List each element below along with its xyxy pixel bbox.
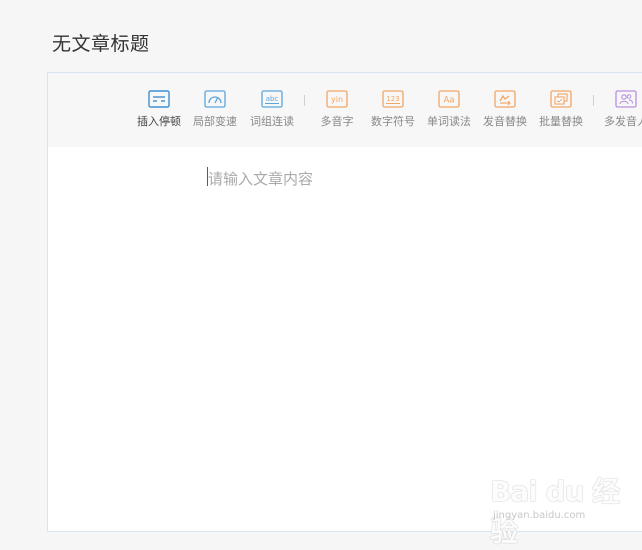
pause-insert-icon bbox=[148, 90, 170, 108]
speedometer-icon bbox=[204, 90, 226, 108]
content-placeholder: 请输入文章内容 bbox=[208, 170, 314, 188]
tool-batch-replace[interactable]: 批量替换 bbox=[533, 90, 589, 129]
tool-label: 多发音人 bbox=[604, 115, 642, 128]
svg-text:Aa: Aa bbox=[443, 96, 454, 106]
tool-label: 词组连读 bbox=[250, 115, 294, 128]
abc-icon: abc bbox=[261, 90, 283, 108]
tool-word-reading[interactable]: Aa 单词读法 bbox=[421, 90, 477, 129]
watermark-url: jingyan.baidu.com bbox=[493, 510, 586, 521]
tool-number-symbol[interactable]: 123 数字符号 bbox=[365, 90, 421, 129]
tool-insert-pause[interactable]: 插入停顿 bbox=[131, 90, 187, 129]
tool-label: 批量替换 bbox=[539, 115, 583, 128]
tool-polyphone[interactable]: yin 多音字 bbox=[309, 90, 365, 129]
aa-icon: Aa bbox=[438, 90, 460, 108]
tool-label: 插入停顿 bbox=[137, 115, 181, 128]
tool-label: 数字符号 bbox=[371, 115, 415, 128]
svg-text:123: 123 bbox=[386, 95, 399, 103]
baidu-jingyan-watermark: Bai du 经验 jingyan.baidu.com bbox=[490, 462, 640, 548]
article-title[interactable]: 无文章标题 bbox=[52, 29, 150, 56]
toolbar-separator bbox=[304, 95, 305, 106]
tool-label: 单词读法 bbox=[427, 115, 471, 128]
batch-replace-icon bbox=[550, 90, 572, 108]
number-123-icon: 123 bbox=[382, 90, 404, 108]
tool-local-speed[interactable]: 局部变速 bbox=[187, 90, 243, 129]
tool-label: 发音替换 bbox=[483, 115, 527, 128]
svg-text:yin: yin bbox=[331, 95, 343, 104]
toolbar-separator bbox=[593, 95, 594, 106]
tool-phrase-linking[interactable]: abc 词组连读 bbox=[244, 90, 300, 129]
editor-toolbar: 插入停顿 局部变速 abc 词组连读 yin 多音字 123 数字符号 Aa 单… bbox=[48, 73, 642, 147]
multi-speaker-icon bbox=[615, 90, 637, 108]
tool-label: 多音字 bbox=[320, 115, 354, 128]
yin-icon: yin bbox=[326, 90, 348, 108]
tool-multi-speaker[interactable]: 多发音人 bbox=[598, 90, 642, 129]
swap-icon bbox=[494, 90, 516, 108]
tool-label: 局部变速 bbox=[193, 115, 237, 128]
tool-pronunciation-replace[interactable]: 发音替换 bbox=[477, 90, 533, 129]
svg-text:abc: abc bbox=[266, 95, 279, 103]
page: 无文章标题 插入停顿 局部变速 abc 词组连读 yin 多音字 123 数字符… bbox=[0, 0, 642, 548]
